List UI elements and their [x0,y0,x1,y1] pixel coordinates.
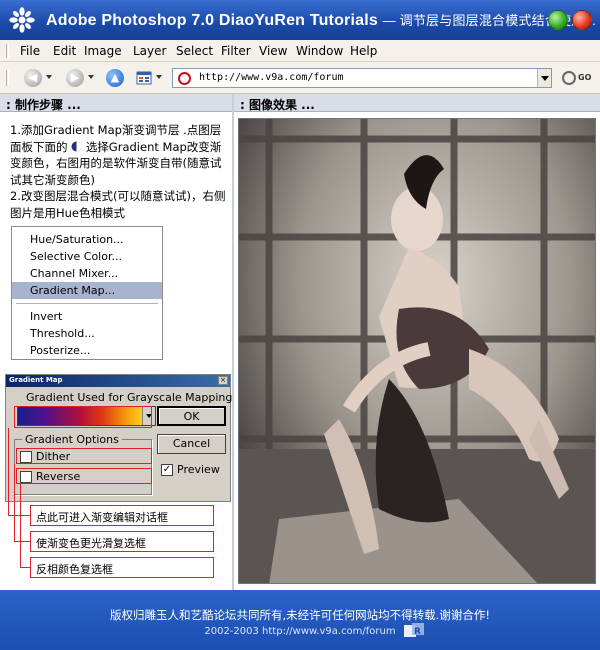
go-label: GO [578,73,592,82]
result-header: : 图像效果 ... [234,94,600,112]
gradient-options-label: Gradient Options [22,433,122,446]
svg-text:R: R [414,627,421,637]
close-button[interactable] [572,10,592,30]
menu-help[interactable]: Help [350,44,377,58]
menu-file[interactable]: File [20,44,40,58]
steps-header: : 制作步骤 ... [0,94,232,112]
callout-dither: 使渐变色更光滑复选框 [30,531,214,552]
main-content: : 制作步骤 ... : 图像效果 ... 1.添加Gradient Map渐变… [0,94,600,590]
steps-text: 1.添加Gradient Map渐变调节层 .点图层面板下面的 选择Gradie… [10,122,226,222]
reverse-highlight [16,468,152,484]
menu-item-hue-saturation[interactable]: Hue/Saturation... [12,231,162,248]
address-url[interactable]: http://www.v9a.com/forum [199,72,344,83]
preview-label: Preview [177,463,220,476]
back-icon[interactable]: ◀ [24,69,42,87]
address-bar[interactable]: http://www.v9a.com/forum [172,68,552,88]
woman-posing-illustration [239,119,595,583]
toolbar-grip[interactable] [6,70,9,86]
flower-logo-icon [9,7,35,33]
menu-item-posterize[interactable]: Posterize... [12,342,162,359]
copyright-notice: 版权归雕玉人和艺酷论坛共同所有,未经许可任何网站均不得转载.谢谢合作! [110,608,490,622]
step-2-text: 2.改变图层混合模式(可以随意试试)，右侧图片是用Hue色相模式 [10,189,226,220]
menu-grip[interactable] [6,44,9,58]
ok-button[interactable]: OK [157,406,226,426]
history-dropdown-icon[interactable] [156,75,162,79]
page-favicon-icon [178,72,191,85]
connector-line [8,515,30,516]
menu-image[interactable]: Image [84,44,122,58]
back-dropdown-icon[interactable] [46,75,52,79]
address-toolbar: ◀ ▶ ▲ http://www.v9a.com/forum GO [0,62,600,94]
menu-window[interactable]: Window [296,44,343,58]
connector-line [20,484,21,568]
connector-line [14,464,15,542]
menu-select[interactable]: Select [176,44,213,58]
menu-item-channel-mixer[interactable]: Channel Mixer... [12,265,162,282]
dither-highlight [16,448,152,464]
address-dropdown-icon[interactable] [537,69,551,87]
step-1-text: 1.添加Gradient Map渐变调节层 .点图层面板下面的 选择Gradie… [10,122,226,188]
title-bar: Adobe Photoshop 7.0 DiaoYuRen Tutorials … [0,0,600,40]
connector-line [8,428,9,516]
menu-filter[interactable]: Filter [221,44,251,58]
forward-dropdown-icon[interactable] [88,75,94,79]
result-photo [238,118,596,584]
preview-checkbox[interactable]: ✓ [161,464,173,476]
callout-gradient-editor: 点此可进入渐变编辑对话框 [30,505,214,526]
menu-item-gradient-map[interactable]: Gradient Map... [12,282,162,299]
history-icon[interactable] [136,70,152,86]
adjustment-layer-icon [71,141,82,152]
panel-divider [232,94,234,590]
dialog-close-icon[interactable]: × [218,376,228,385]
menu-layer[interactable]: Layer [133,44,166,58]
window-title: Adobe Photoshop 7.0 DiaoYuRen Tutorials … [46,10,596,30]
site-logo-icon: R [404,623,424,637]
footer: 版权归雕玉人和艺酷论坛共同所有,未经许可任何网站均不得转载.谢谢合作! 2002… [0,590,600,650]
minimize-button[interactable] [548,10,568,30]
adjustment-menu: Hue/Saturation... Selective Color... Cha… [11,226,163,360]
gradient-bar-highlight [14,406,152,428]
cancel-button[interactable]: Cancel [157,434,226,454]
menu-separator [16,303,158,304]
menu-item-threshold[interactable]: Threshold... [12,325,162,342]
connector-line [14,541,30,542]
up-icon[interactable]: ▲ [106,69,124,87]
menu-bar: File Edit Image Layer Select Filter View… [0,40,600,62]
callout-reverse: 反相颜色复选框 [30,557,214,578]
menu-item-selective-color[interactable]: Selective Color... [12,248,162,265]
menu-view[interactable]: View [259,44,287,58]
site-url-footer: 2002-2003 http://www.v9a.com/forum [204,626,396,637]
dialog-title: Gradient Map [6,375,230,387]
menu-item-invert[interactable]: Invert [12,308,162,325]
go-button[interactable]: GO [562,70,592,88]
gradient-label: Gradient Used for Grayscale Mapping [26,391,233,404]
go-arrow-icon [562,71,576,85]
connector-line [20,567,30,568]
window-title-main: Adobe Photoshop 7.0 DiaoYuRen Tutorials [46,12,378,29]
menu-edit[interactable]: Edit [53,44,76,58]
forward-icon[interactable]: ▶ [66,69,84,87]
